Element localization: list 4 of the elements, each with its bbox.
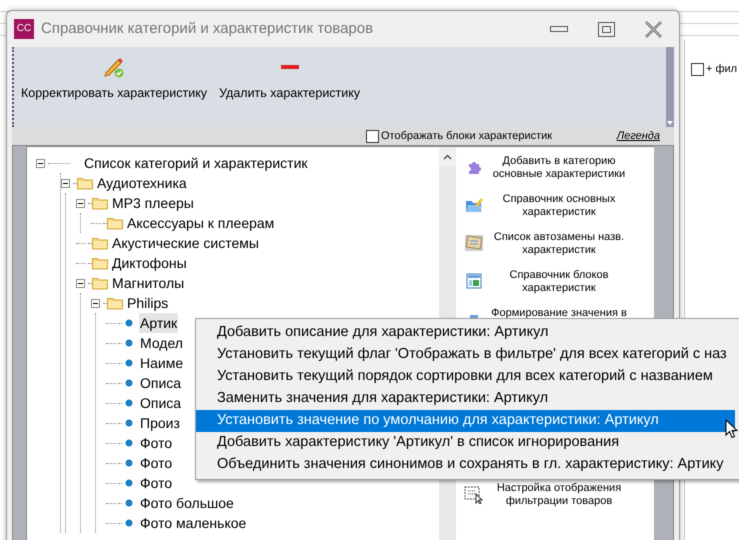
window-title: Справочник категорий и характеристик товаров [41, 18, 374, 39]
checkbox-label: + фил [706, 62, 738, 77]
checkbox-label: Отображать блоки характеристик [381, 128, 552, 144]
app-logo: CC [14, 19, 34, 39]
